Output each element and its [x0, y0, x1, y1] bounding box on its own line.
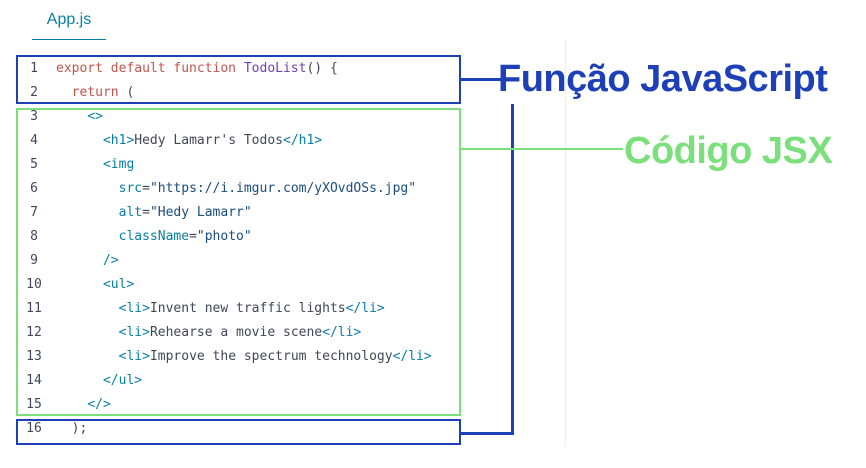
- jsx-label: Código JSX: [624, 130, 833, 172]
- tab-app-js[interactable]: App.js: [32, 0, 106, 41]
- function-connector-v: [511, 104, 514, 435]
- function-label: Função JavaScript: [498, 58, 828, 100]
- function-highlight-top: [16, 55, 461, 104]
- function-connector-bottom: [461, 432, 514, 435]
- jsx-connector: [461, 148, 623, 150]
- function-highlight-bottom: [16, 419, 461, 445]
- function-connector-h: [461, 78, 501, 81]
- editor-tab-bar: App.js: [8, 0, 566, 41]
- jsx-highlight-box: [16, 108, 461, 416]
